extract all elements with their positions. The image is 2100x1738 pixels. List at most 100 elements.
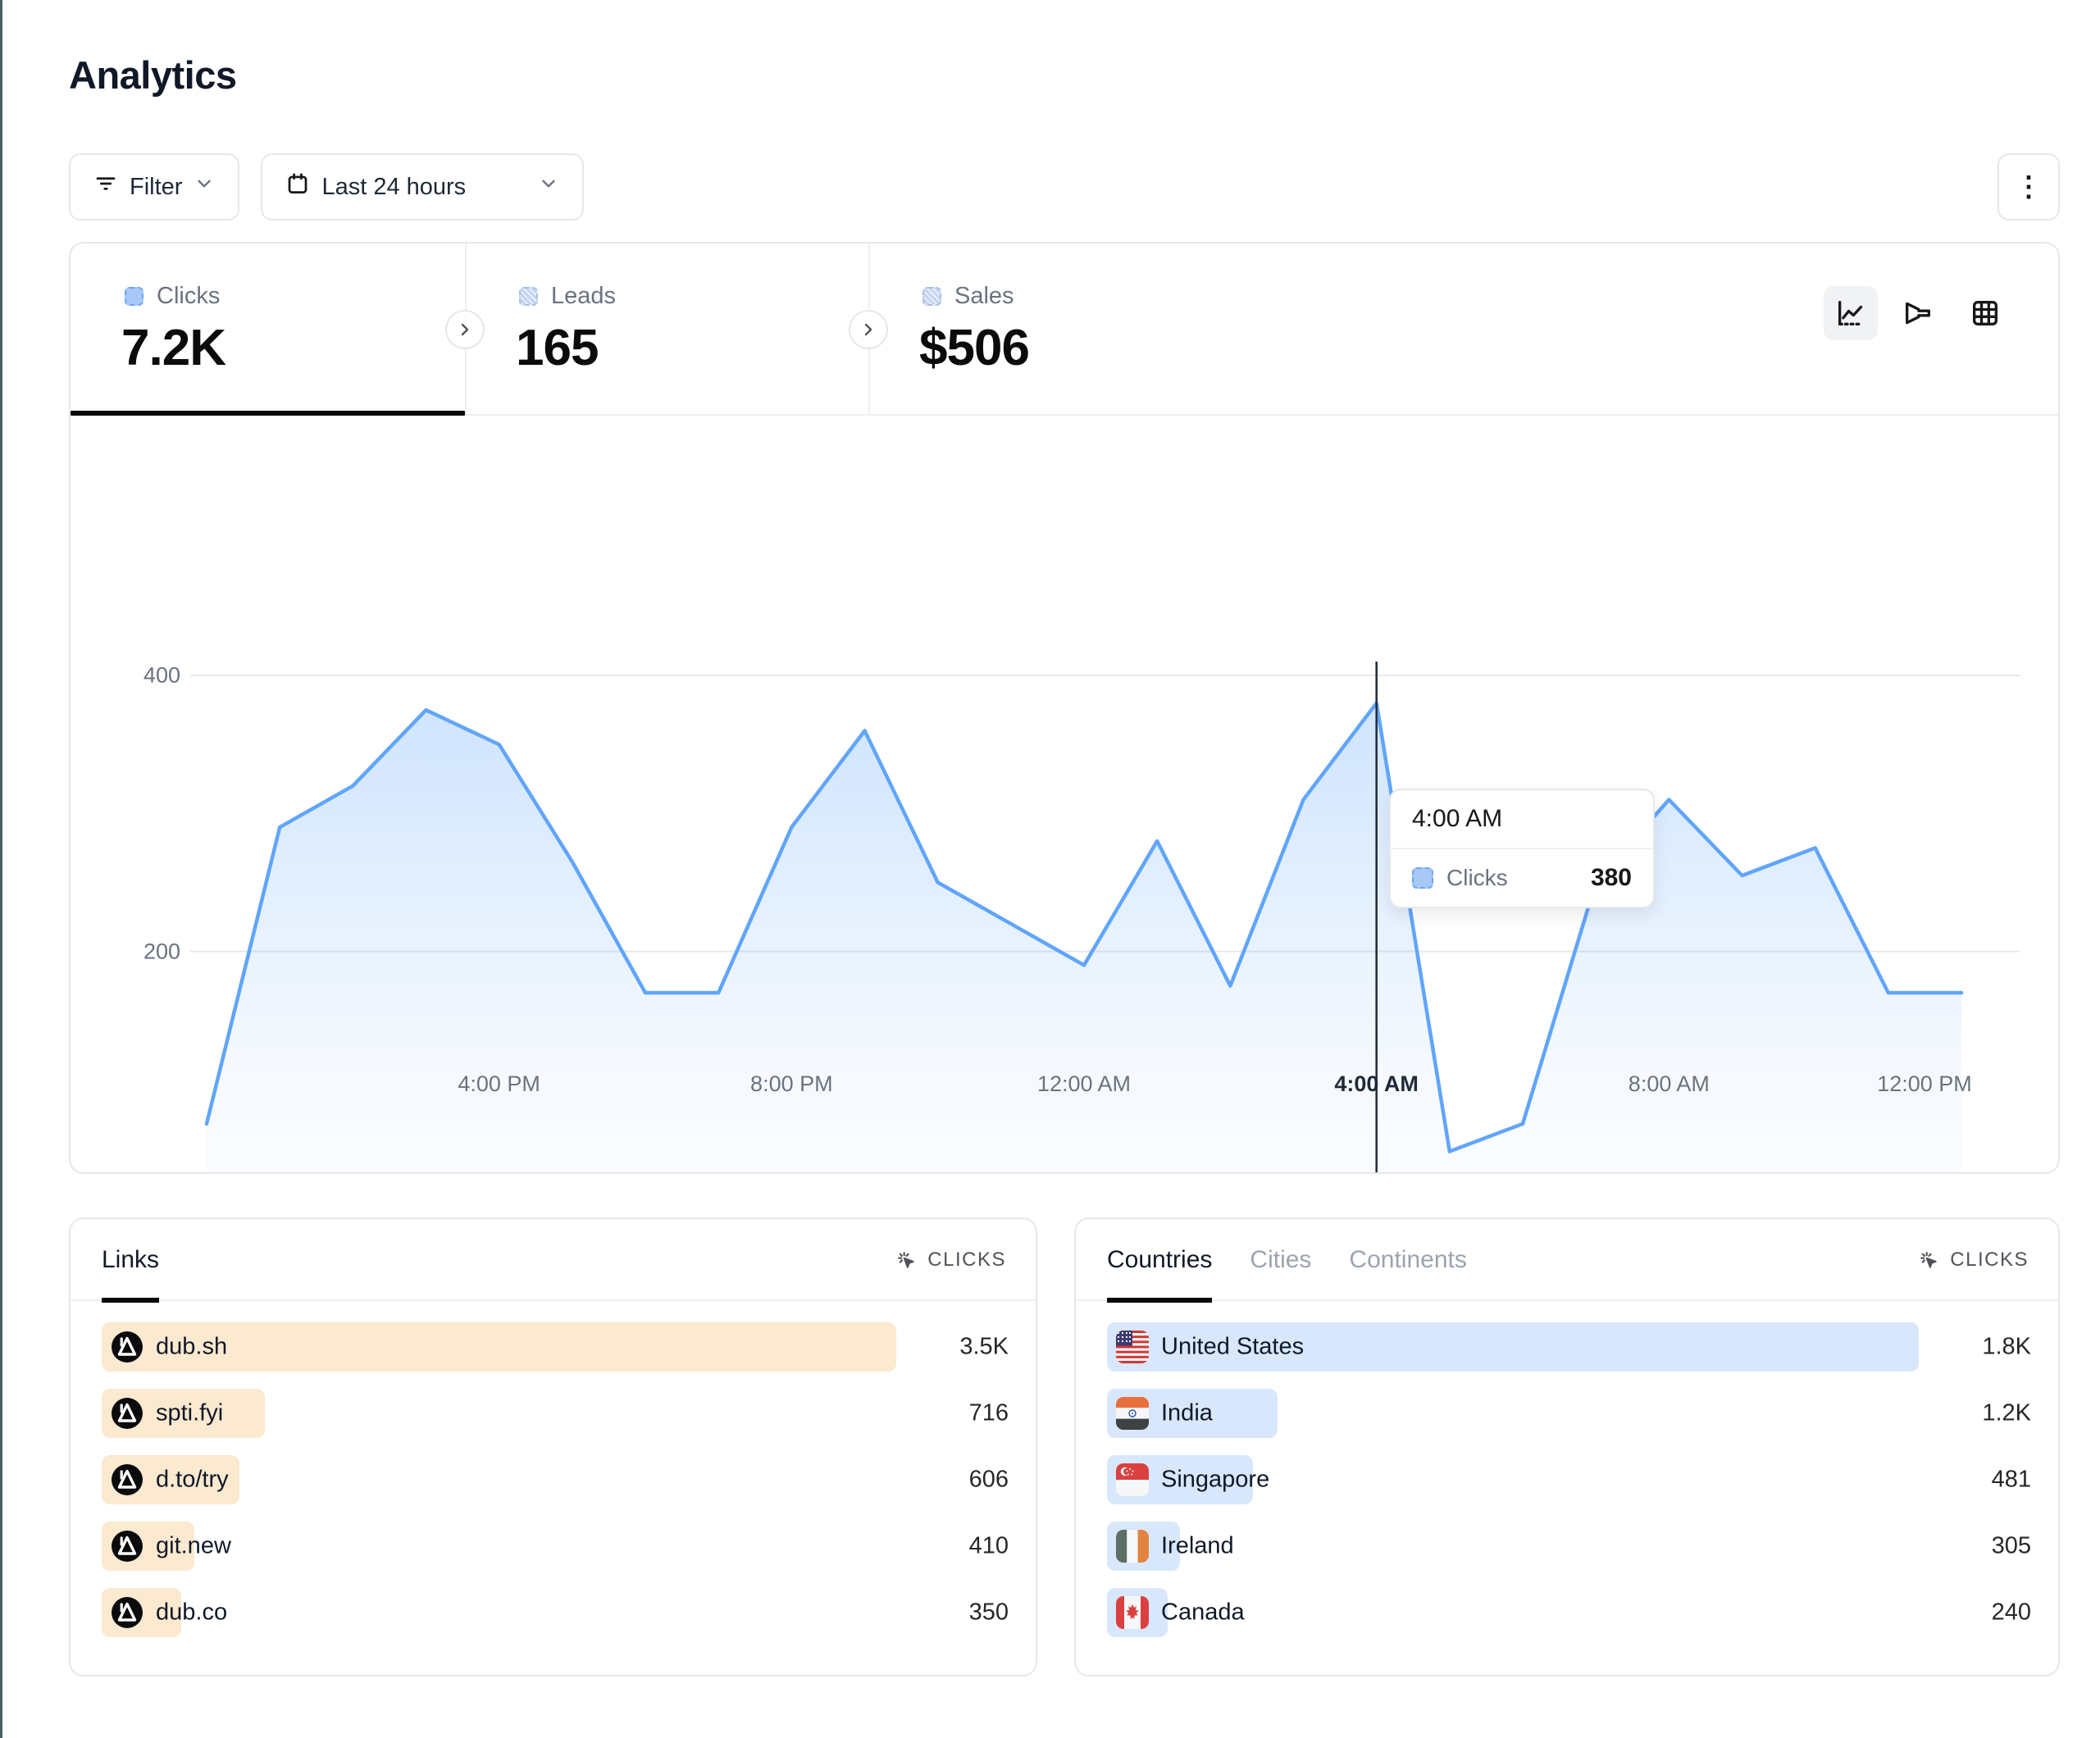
filter-icon <box>93 171 118 202</box>
x-axis-tick: 12:00 PM <box>1877 1071 1972 1097</box>
clicks-chart[interactable]: 4002000 4:00 PM8:00 PM12:00 AM4:00 AM8:0… <box>71 416 2058 1172</box>
filter-button-label: Filter <box>130 174 182 201</box>
y-axis-tick: 200 <box>82 939 180 964</box>
chevron-down-icon <box>538 173 559 201</box>
analytics-page: Analytics Filter Last 24 hours <box>0 0 2100 1738</box>
row-value: 606 <box>969 1467 1009 1494</box>
bar-track <box>1107 1389 1919 1438</box>
x-axis-tick: 4:00 AM <box>1334 1071 1419 1097</box>
link-row[interactable]: spti.fyi716 <box>102 1389 1009 1438</box>
page-title: Analytics <box>69 52 236 98</box>
flag-canada-icon <box>1116 1596 1149 1629</box>
expand-leads-button[interactable] <box>849 310 888 349</box>
link-row[interactable]: dub.co350 <box>102 1588 1009 1637</box>
row-value: 240 <box>1992 1599 2031 1627</box>
tab-cities[interactable]: Cities <box>1250 1219 1311 1301</box>
geo-list: United States1.8K India 1.2K Singapore481 Ir… <box>1107 1322 2031 1637</box>
window-edge-strip <box>0 0 2 1738</box>
tab-clicks-value: 7.2K <box>121 319 225 377</box>
tab-countries[interactable]: Countries <box>1107 1219 1212 1301</box>
dub-logo-icon <box>111 1331 143 1363</box>
x-axis-tick: 8:00 AM <box>1629 1071 1710 1097</box>
filter-button[interactable]: Filter <box>69 153 239 221</box>
funnel-chart-icon <box>1902 297 1934 330</box>
tooltip-series-label: Clicks <box>1446 865 1578 891</box>
row-label: India <box>1161 1400 1213 1427</box>
chart-view-switcher <box>1824 286 2012 340</box>
country-row[interactable]: United States1.8K <box>1107 1322 2031 1372</box>
country-row[interactable]: Ireland305 <box>1107 1522 2031 1571</box>
calendar-icon <box>285 171 310 202</box>
link-favicon <box>111 1530 143 1563</box>
analytics-card: Clicks 7.2K Leads 165 Sales $506 <box>69 242 2060 1174</box>
sales-legend-swatch <box>922 287 941 306</box>
table-view-button[interactable] <box>1958 286 2012 340</box>
date-range-button[interactable]: Last 24 hours <box>261 153 584 221</box>
link-row[interactable]: d.to/try 606 <box>102 1455 1009 1504</box>
link-row[interactable]: dub.sh3.5K <box>102 1322 1009 1372</box>
row-value: 716 <box>969 1400 1009 1427</box>
row-value: 3.5K <box>959 1334 1009 1361</box>
line-chart-icon <box>1834 297 1867 330</box>
country-row[interactable]: Canada 240 <box>1107 1588 2031 1637</box>
chevron-right-icon <box>859 320 878 339</box>
click-cursor-icon <box>895 1249 918 1272</box>
tab-sales[interactable]: Sales $506 <box>868 243 1278 416</box>
flag-singapore-icon <box>1116 1463 1149 1496</box>
geo-panel: Countries Cities Continents CLICKS United … <box>1074 1217 2060 1677</box>
y-axis-tick: 400 <box>82 663 180 689</box>
row-value: 481 <box>1992 1467 2031 1494</box>
flag-india-icon <box>1116 1397 1149 1430</box>
more-options-button[interactable]: ⋮ <box>1998 153 2060 221</box>
chevron-down-icon <box>194 173 215 201</box>
dub-logo-icon <box>111 1530 143 1563</box>
links-panel-header: Links CLICKS <box>71 1219 1036 1301</box>
country-flag <box>1116 1331 1149 1363</box>
tab-clicks[interactable]: Clicks 7.2K <box>71 243 465 416</box>
tab-sales-value-label: Sales <box>954 283 1014 310</box>
tab-leads-value: 165 <box>516 319 598 377</box>
click-cursor-icon <box>1917 1249 1940 1272</box>
link-row[interactable]: git.new410 <box>102 1522 1009 1571</box>
row-value: 305 <box>1992 1533 2031 1560</box>
flag-us-icon <box>1116 1331 1149 1363</box>
toolbar: Filter Last 24 hours <box>69 153 584 221</box>
country-row[interactable]: Singapore481 <box>1107 1455 2031 1504</box>
chevron-right-icon <box>455 320 475 339</box>
tab-leads[interactable]: Leads 165 <box>465 243 868 416</box>
link-favicon <box>111 1463 143 1496</box>
country-flag <box>1116 1530 1149 1563</box>
tab-continents[interactable]: Continents <box>1349 1219 1466 1301</box>
funnel-view-button[interactable] <box>1891 286 1945 340</box>
tab-clicks-label: Clicks <box>157 283 220 310</box>
row-value: 1.2K <box>1982 1400 2031 1427</box>
geo-metric-selector[interactable]: CLICKS <box>1917 1219 2029 1301</box>
dub-logo-icon <box>111 1596 143 1629</box>
tooltip-series-swatch <box>1412 867 1433 889</box>
row-label: d.to/try <box>156 1467 229 1494</box>
tab-links[interactable]: Links <box>102 1219 159 1301</box>
country-flag <box>1116 1596 1149 1629</box>
link-favicon <box>111 1397 143 1430</box>
tooltip-value: 380 <box>1591 864 1632 892</box>
chart-tooltip: 4:00 AM Clicks 380 <box>1389 789 1655 908</box>
x-axis-tick: 4:00 PM <box>458 1071 540 1097</box>
links-panel: Links CLICKS dub.sh3.5K spti.fyi716 d.to/t… <box>69 1217 1037 1677</box>
table-view-icon <box>1969 297 2002 330</box>
links-metric-selector[interactable]: CLICKS <box>895 1219 1006 1301</box>
x-axis-tick: 12:00 AM <box>1037 1071 1131 1097</box>
date-range-label: Last 24 hours <box>321 174 526 201</box>
kebab-menu-icon: ⋮ <box>2015 173 2043 201</box>
tab-sales-value: $506 <box>919 319 1029 377</box>
link-favicon <box>111 1596 143 1629</box>
flag-ireland-icon <box>1116 1530 1149 1563</box>
x-axis-tick: 8:00 PM <box>750 1071 833 1097</box>
row-label: Canada <box>1161 1599 1245 1627</box>
row-label: git.new <box>156 1533 231 1560</box>
expand-clicks-button[interactable] <box>445 310 485 349</box>
row-value: 1.8K <box>1982 1334 2031 1361</box>
country-row[interactable]: India 1.2K <box>1107 1389 2031 1438</box>
stats-tabs-row: Clicks 7.2K Leads 165 Sales $506 <box>71 243 2058 416</box>
line-chart-view-button[interactable] <box>1824 286 1878 340</box>
dub-logo-icon <box>111 1397 143 1430</box>
